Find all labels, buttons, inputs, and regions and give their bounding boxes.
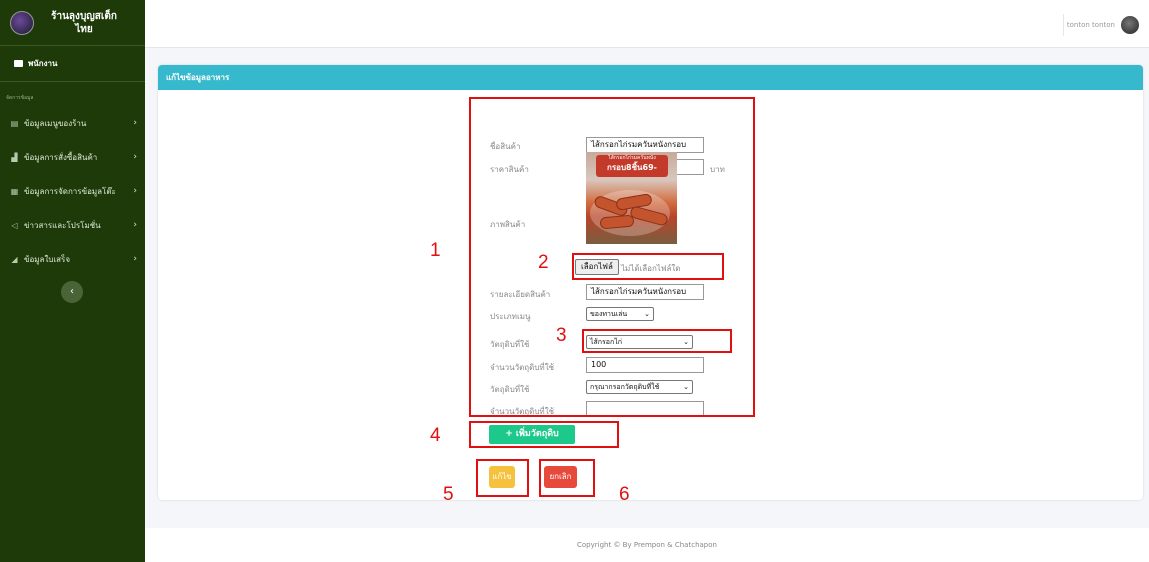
annotation-box-2: [572, 253, 724, 280]
user-menu[interactable]: tonton tonton: [1067, 16, 1139, 34]
annotation-number-5: 5: [443, 484, 454, 505]
sidebar-item-menu[interactable]: ▤ ข้อมูลเมนูของร้าน ›: [0, 106, 145, 140]
sidebar-item-label: ข้อมูลใบเสร็จ: [24, 254, 71, 264]
chevron-right-icon: ›: [133, 254, 137, 264]
annotation-box-5: [476, 459, 529, 497]
topbar: tonton tonton: [145, 0, 1149, 48]
annotation-box-6: [539, 459, 595, 497]
chevron-right-icon: ›: [133, 152, 137, 162]
chevron-right-icon: ›: [133, 118, 137, 128]
sidebar-item-employee[interactable]: พนักงาน: [0, 46, 145, 82]
sidebar-section-header: จัดการข้อมูล: [6, 95, 34, 101]
sidebar-item-news[interactable]: ◁ ข่าวสารและโปรโมชั่น ›: [0, 208, 145, 242]
avatar: [1121, 16, 1139, 34]
send-icon: ◢: [11, 254, 18, 264]
annotation-number-2: 2: [538, 252, 549, 273]
sidebar: ร้านลุงบุญสเต็กไทย พนักงาน จัดการข้อมูล …: [0, 0, 145, 562]
card-title: แก้ไขข้อมูลอาหาร: [158, 65, 1143, 90]
sidebar-collapse-button[interactable]: ‹: [61, 281, 83, 303]
sidebar-item-label: ข้อมูลการจัดการข้อมูลโต๊ะ: [24, 186, 116, 196]
topbar-divider: [1063, 14, 1064, 36]
annotation-number-3: 3: [556, 325, 567, 346]
megaphone-icon: ◁: [11, 220, 18, 230]
brand-logo: [10, 10, 34, 35]
sidebar-item-label: ข้อมูลเมนูของร้าน: [24, 118, 87, 128]
chevron-right-icon: ›: [133, 186, 137, 196]
annotation-box-3: [582, 329, 732, 353]
annotation-number-1: 1: [430, 240, 441, 261]
table-icon: ▤: [10, 118, 19, 128]
table-icon: ▦: [10, 186, 19, 196]
sidebar-item-receipts[interactable]: ◢ ข้อมูลใบเสร็จ ›: [0, 242, 145, 276]
sidebar-item-tables[interactable]: ▦ ข้อมูลการจัดการข้อมูลโต๊ะ ›: [0, 174, 145, 208]
annotation-number-6: 6: [619, 484, 630, 505]
sidebar-item-label: ข้อมูลการสั่งซื้อสินค้า: [24, 152, 98, 162]
sidebar-item-orders[interactable]: ▟ ข้อมูลการสั่งซื้อสินค้า ›: [0, 140, 145, 174]
annotation-box-4: [469, 421, 619, 448]
sidebar-user-label: พนักงาน: [28, 59, 58, 68]
footer: Copyright © By Prempon & Chatchapon: [145, 528, 1149, 562]
annotation-number-4: 4: [430, 425, 441, 446]
cart-icon: ▟: [11, 152, 18, 162]
chevron-right-icon: ›: [133, 220, 137, 230]
username: tonton tonton: [1066, 21, 1115, 29]
id-card-icon: [14, 60, 23, 67]
brand-name: ร้านลุงบุญสเต็กไทย: [51, 10, 117, 35]
sidebar-item-label: ข่าวสารและโปรโมชั่น: [24, 220, 101, 230]
brand[interactable]: ร้านลุงบุญสเต็กไทย: [0, 0, 145, 46]
